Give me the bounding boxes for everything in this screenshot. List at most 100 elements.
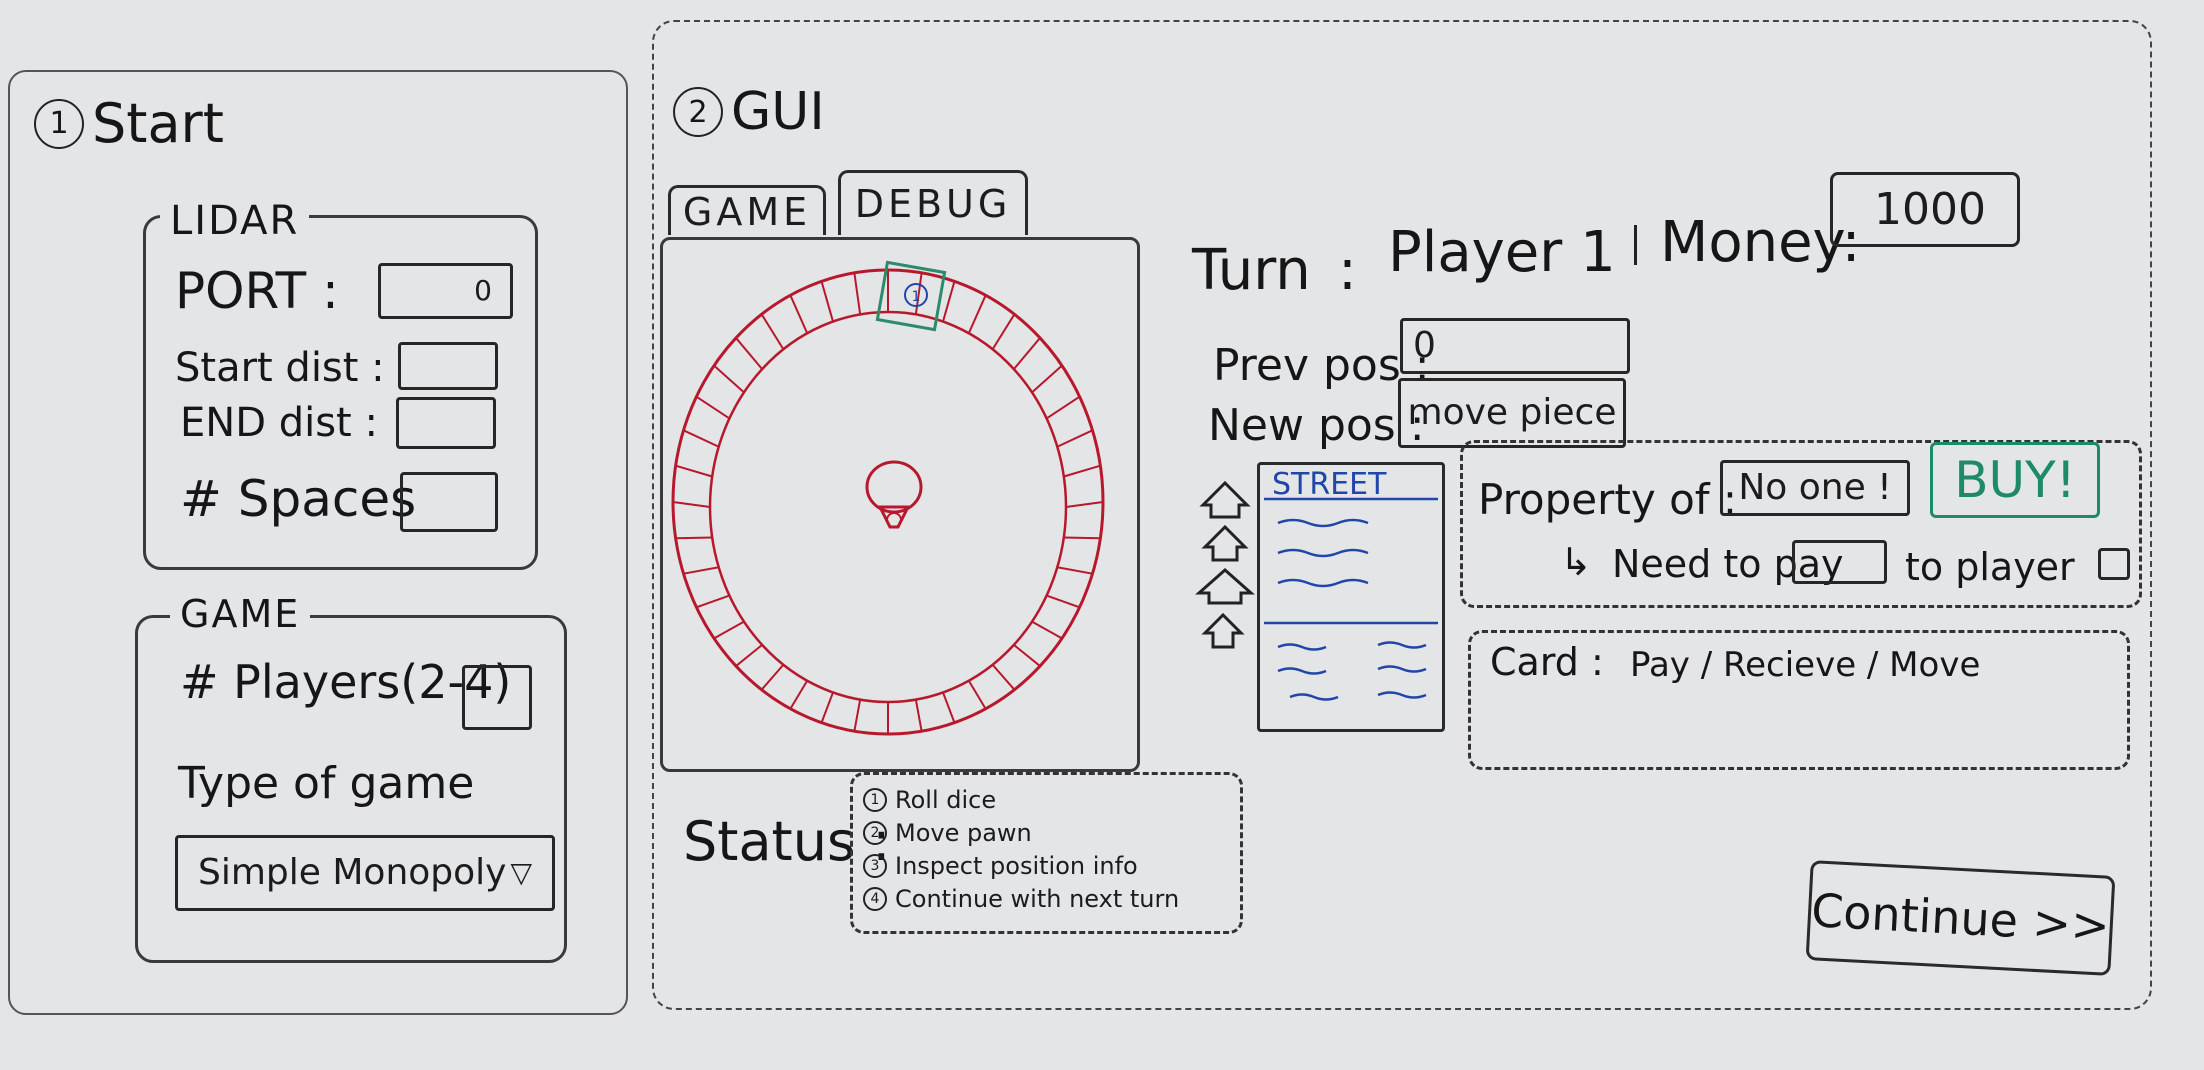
status-step: 4 Continue with next turn [863, 882, 1230, 915]
pawn-icon [865, 460, 923, 529]
board-space [672, 501, 711, 508]
game-type-value: Simple Monopoly [198, 852, 507, 893]
board-space [1056, 429, 1093, 448]
board-space [695, 395, 730, 420]
board-space [760, 313, 785, 350]
game-type-select[interactable]: Simple Monopoly ▽ [175, 835, 555, 911]
money-value-box: 1000 [1830, 172, 2020, 247]
status-step: 2 Move pawn [863, 816, 1230, 849]
game-type-label: Type of game [178, 758, 475, 809]
house-icon [1201, 612, 1245, 649]
board-space [675, 536, 713, 540]
continue-label: Continue >> [1810, 883, 2111, 953]
status-step-text: Roll dice [895, 785, 997, 814]
need-to-pay-arrow-icon: ↳ [1560, 540, 1592, 584]
board-space [1031, 364, 1063, 394]
dropdown-arrow-icon: ▽ [510, 856, 532, 889]
board-space [789, 680, 809, 710]
property-owner-value: No one ! [1738, 467, 1892, 508]
board-space [1063, 536, 1101, 540]
board-space [696, 594, 730, 609]
card-label: Card : [1490, 640, 1604, 684]
board-space [1031, 620, 1063, 640]
property-owner-field: No one ! [1720, 460, 1910, 516]
prev-pos-value: 0 [1413, 325, 1436, 366]
street-card-details [1264, 497, 1438, 701]
to-player-input[interactable] [2098, 548, 2130, 580]
move-piece-button[interactable]: move piece [1398, 378, 1626, 448]
step-badge: 4 [863, 886, 887, 911]
board-space [853, 699, 862, 732]
board-space [1063, 464, 1101, 478]
to-player-label: to player [1905, 545, 2075, 589]
gui-title: GUI [731, 82, 825, 142]
board-space [1046, 395, 1081, 420]
money-value: 1000 [1874, 183, 1986, 235]
end-dist-label: END dist : [180, 400, 378, 446]
board-space [1065, 501, 1104, 508]
card-value: Pay / Recieve / Move [1630, 645, 1981, 685]
game-legend: GAME [170, 592, 311, 636]
board-space [683, 566, 719, 575]
players-input[interactable] [462, 665, 532, 730]
step-badge: 2 [863, 820, 887, 845]
board-space [853, 272, 862, 315]
step-number-badge: 1 [34, 98, 84, 149]
port-input[interactable]: 0 [378, 263, 513, 319]
step-badge: 1 [863, 787, 887, 812]
start-dist-label: Start dist : [175, 345, 385, 391]
board-space [675, 464, 713, 478]
board-space [735, 644, 763, 667]
need-to-pay-input[interactable] [1792, 540, 1887, 584]
new-pos-label: New pos : [1208, 400, 1425, 451]
buy-button[interactable]: BUY! [1930, 442, 2100, 518]
status-step: 3 Inspect position info [863, 849, 1230, 882]
board-space [713, 620, 745, 640]
start-title: Start [92, 92, 224, 155]
board-space [942, 692, 956, 723]
turn-separator: : [1338, 238, 1357, 303]
house-icon [1199, 480, 1251, 519]
board-space [760, 664, 785, 691]
status-box: 1 Roll dice 2 Move pawn 3 Inspect positi… [850, 772, 1243, 934]
step-number-badge: 2 [673, 87, 723, 137]
spaces-input[interactable] [400, 472, 498, 532]
status-step-text: Continue with next turn [895, 884, 1180, 913]
board-space [683, 429, 720, 448]
board-space [942, 281, 956, 322]
status-step-text: Inspect position info [895, 851, 1138, 880]
status-step-text: Move pawn [895, 818, 1032, 847]
board-space [967, 680, 987, 710]
board-space [991, 313, 1016, 350]
board-space [991, 664, 1016, 691]
start-dist-input[interactable] [398, 342, 498, 390]
board-space [1013, 337, 1041, 370]
board-space [1013, 644, 1041, 667]
board-space [1057, 566, 1093, 575]
board-space [789, 294, 809, 334]
divider [1634, 225, 1637, 265]
hotel-icon [1195, 567, 1255, 605]
player-token-number: 1 [912, 289, 921, 305]
continue-button[interactable]: Continue >> [1805, 860, 2116, 976]
property-label: Property of : [1478, 475, 1738, 524]
house-icon [1201, 524, 1249, 562]
board-space [1046, 594, 1080, 609]
board-space [820, 281, 834, 322]
board-space [735, 337, 763, 370]
spaces-label: # Spaces [180, 470, 417, 528]
port-label: PORT : [175, 262, 339, 320]
move-piece-label: move piece [1407, 392, 1617, 433]
tab-game[interactable]: GAME [668, 185, 826, 235]
board-space [820, 692, 834, 723]
house-buttons [1195, 480, 1255, 649]
street-card: STREET [1257, 462, 1445, 732]
tab-debug[interactable]: DEBUG [838, 170, 1028, 235]
prev-pos-field: 0 [1400, 318, 1630, 374]
game-board[interactable]: 1 [660, 237, 1140, 772]
end-dist-input[interactable] [396, 397, 496, 449]
port-value: 0 [474, 274, 492, 307]
turn-player: Player 1 [1388, 220, 1616, 285]
buy-label: BUY! [1954, 451, 2076, 509]
turn-label: Turn [1192, 238, 1311, 303]
